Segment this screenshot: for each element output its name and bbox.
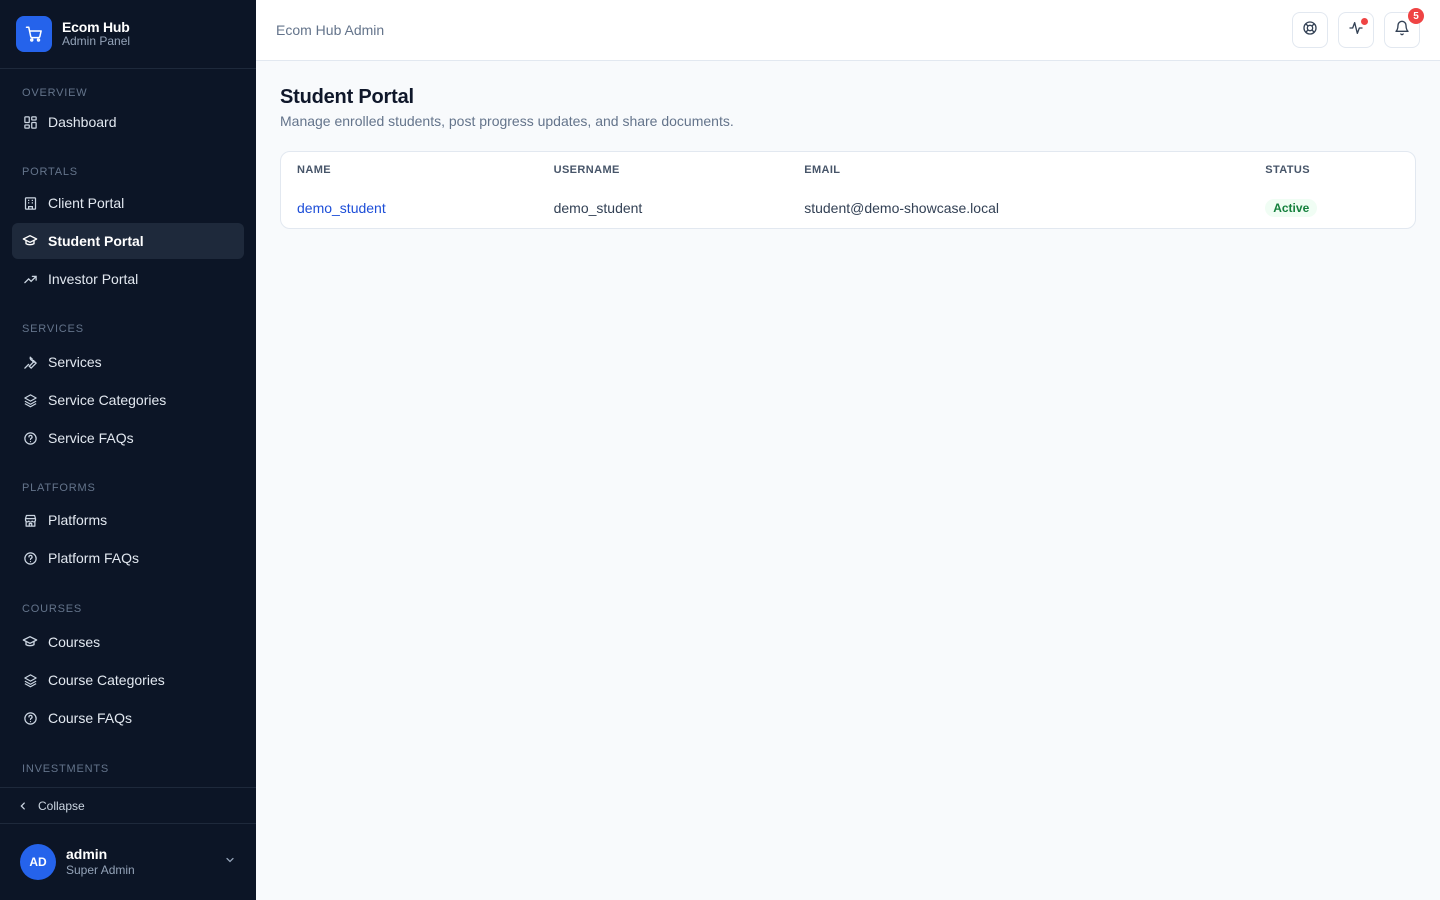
student-username: demo_student bbox=[553, 200, 643, 216]
sidebar-item-platform-faqs[interactable]: Platform FAQs bbox=[12, 540, 244, 576]
sidebar-item-services[interactable]: Services bbox=[12, 344, 244, 380]
students-table: NAME USERNAME EMAIL STATUS demo_student … bbox=[280, 151, 1416, 229]
top-header: Ecom Hub Admin 5 bbox=[256, 0, 1440, 61]
sidebar-item-client-portal[interactable]: Client Portal bbox=[12, 185, 244, 221]
sidebar-item-label: Student Portal bbox=[48, 233, 144, 249]
sidebar-item-label: Client Portal bbox=[48, 195, 125, 211]
chevron-down-icon bbox=[224, 853, 236, 871]
lifebuoy-icon bbox=[1302, 20, 1318, 41]
sidebar-item-service-categories[interactable]: Service Categories bbox=[12, 382, 244, 418]
activity-dot bbox=[1361, 18, 1368, 25]
column-header-email[interactable]: EMAIL bbox=[788, 152, 1249, 188]
notifications-button[interactable]: 5 bbox=[1384, 8, 1424, 48]
collapse-button[interactable]: Collapse bbox=[0, 787, 256, 824]
sidebar-item-student-portal[interactable]: Student Portal bbox=[12, 223, 244, 259]
nav-section-platforms: PLATFORMS bbox=[22, 482, 96, 494]
brand-subtitle: Admin Panel bbox=[62, 34, 131, 49]
column-header-status[interactable]: STATUS bbox=[1249, 152, 1415, 188]
sidebar-nav: OVERVIEW Dashboard PORTALS Client Portal… bbox=[0, 69, 256, 787]
nav-section-investments: INVESTMENTS bbox=[22, 763, 110, 775]
sidebar-item-dashboard[interactable]: Dashboard bbox=[12, 104, 244, 140]
sidebar-item-label: Platform FAQs bbox=[48, 550, 140, 566]
table-header-row: NAME USERNAME EMAIL STATUS bbox=[281, 152, 1415, 188]
brand[interactable]: Ecom Hub Admin Panel bbox=[0, 0, 256, 69]
main-content: Student Portal Manage enrolled students,… bbox=[280, 86, 1416, 229]
building-icon bbox=[22, 195, 38, 211]
layers-icon bbox=[22, 672, 38, 688]
chevron-left-icon bbox=[18, 801, 28, 811]
sidebar-item-label: Courses bbox=[48, 634, 101, 650]
sidebar-item-courses[interactable]: Courses bbox=[12, 624, 244, 660]
collapse-label: Collapse bbox=[38, 798, 85, 813]
sidebar-item-course-faqs[interactable]: Course FAQs bbox=[12, 700, 244, 736]
wrench-icon bbox=[22, 354, 38, 370]
column-header-username[interactable]: USERNAME bbox=[538, 152, 789, 188]
nav-section-overview: OVERVIEW bbox=[22, 87, 88, 99]
student-status-cell: Active bbox=[1249, 188, 1415, 228]
trending-up-icon bbox=[22, 271, 38, 287]
store-icon bbox=[22, 512, 38, 528]
help-circle-icon bbox=[22, 550, 38, 566]
nav-section-portals: PORTALS bbox=[22, 166, 78, 178]
student-email: student@demo-showcase.local bbox=[804, 200, 999, 216]
sidebar-item-label: Services bbox=[48, 354, 102, 370]
help-circle-icon bbox=[22, 430, 38, 446]
column-header-name[interactable]: NAME bbox=[281, 152, 538, 188]
header-title: Ecom Hub Admin bbox=[276, 22, 385, 38]
graduation-cap-icon bbox=[22, 233, 38, 249]
brand-name: Ecom Hub bbox=[62, 19, 130, 36]
notification-count-badge: 5 bbox=[1408, 8, 1424, 24]
status-badge: Active bbox=[1265, 199, 1318, 217]
sidebar-item-label: Dashboard bbox=[48, 114, 117, 130]
sidebar-item-course-categories[interactable]: Course Categories bbox=[12, 662, 244, 698]
nav-section-services: SERVICES bbox=[22, 323, 84, 335]
bell-icon bbox=[1394, 20, 1410, 41]
activity-button[interactable] bbox=[1338, 12, 1374, 48]
sidebar-item-label: Investor Portal bbox=[48, 271, 139, 287]
sidebar-item-service-faqs[interactable]: Service FAQs bbox=[12, 420, 244, 456]
grid-icon bbox=[22, 114, 38, 130]
support-button[interactable] bbox=[1292, 12, 1328, 48]
avatar: AD bbox=[20, 844, 56, 880]
sidebar-item-label: Course FAQs bbox=[48, 710, 133, 726]
page-title: Student Portal bbox=[280, 86, 414, 108]
sidebar-item-investor-portal[interactable]: Investor Portal bbox=[12, 261, 244, 297]
sidebar-item-label: Service Categories bbox=[48, 392, 167, 408]
sidebar-item-label: Course Categories bbox=[48, 672, 165, 688]
layers-icon bbox=[22, 392, 38, 408]
student-name-link[interactable]: demo_student bbox=[281, 188, 538, 228]
user-menu[interactable]: AD admin Super Admin bbox=[0, 824, 256, 900]
sidebar: Ecom Hub Admin Panel OVERVIEW Dashboard … bbox=[0, 0, 256, 900]
cart-icon bbox=[16, 16, 52, 52]
user-role: Super Admin bbox=[66, 863, 135, 878]
graduation-cap-icon bbox=[22, 634, 38, 650]
sidebar-item-platforms[interactable]: Platforms bbox=[12, 502, 244, 538]
table-row[interactable]: demo_student demo_student student@demo-s… bbox=[281, 188, 1415, 228]
sidebar-item-label: Service FAQs bbox=[48, 430, 134, 446]
sidebar-item-label: Platforms bbox=[48, 512, 108, 528]
help-circle-icon bbox=[22, 710, 38, 726]
nav-section-courses: COURSES bbox=[22, 603, 82, 615]
page-description: Manage enrolled students, post progress … bbox=[280, 113, 734, 129]
user-name: admin bbox=[66, 846, 108, 863]
